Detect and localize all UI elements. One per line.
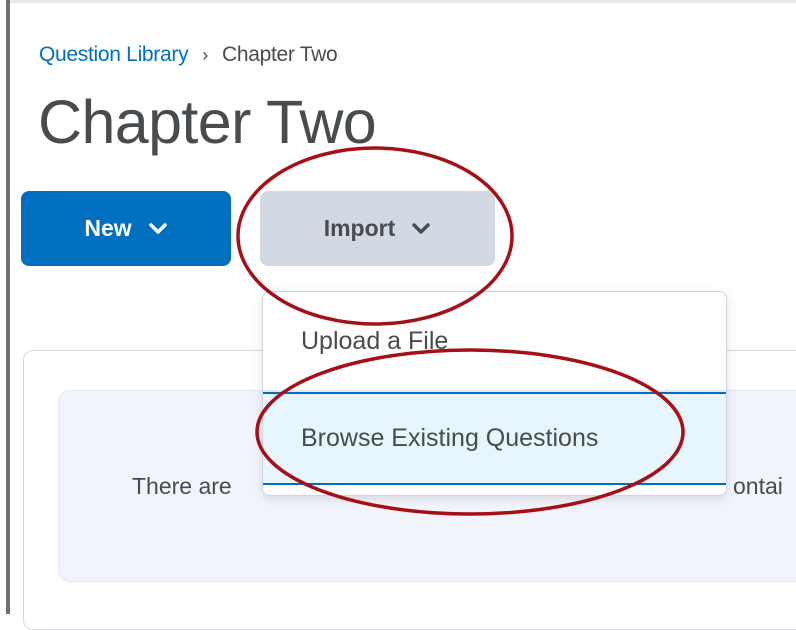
menu-item-label: Browse Existing Questions <box>301 424 599 452</box>
breadcrumb-separator: › <box>202 44 208 65</box>
import-button[interactable]: Import <box>260 191 495 266</box>
menu-item-upload-file[interactable]: Upload a File <box>263 292 726 392</box>
menu-item-browse-existing-questions[interactable]: Browse Existing Questions <box>263 392 726 485</box>
window-left-border <box>6 0 10 614</box>
chevron-down-icon <box>148 222 168 236</box>
chevron-down-icon <box>411 222 431 236</box>
empty-state-text: There are <box>132 473 232 499</box>
breadcrumb: Question Library › Chapter Two <box>39 43 338 67</box>
import-button-label: Import <box>323 215 396 241</box>
new-button-label: New <box>84 215 132 241</box>
empty-state-text-tail: ontai <box>733 473 783 499</box>
new-button[interactable]: New <box>21 191 231 266</box>
menu-item-label: Upload a File <box>301 326 449 355</box>
breadcrumb-current: Chapter Two <box>221 43 338 66</box>
page-title: Chapter Two <box>38 88 377 156</box>
breadcrumb-link-question-library[interactable]: Question Library <box>39 43 189 67</box>
import-dropdown-menu: Upload a File Browse Existing Questions <box>262 291 727 496</box>
window-top-border <box>10 0 796 3</box>
